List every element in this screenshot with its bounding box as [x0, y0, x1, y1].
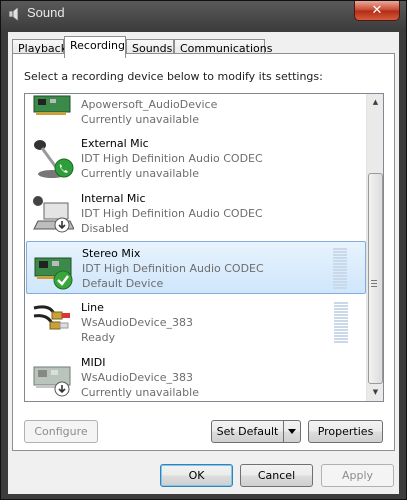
sound-window: Sound ✕ Playback Recording Sounds Commun… [0, 0, 407, 500]
device-row-external-mic[interactable]: External Mic IDT High Definition Audio C… [26, 132, 366, 185]
instruction-text: Select a recording device below to modif… [24, 70, 323, 83]
set-default-label: Set Default [216, 425, 279, 438]
level-meter [334, 302, 348, 344]
properties-button[interactable]: Properties [308, 420, 383, 443]
set-default-button[interactable]: Set Default [211, 420, 301, 443]
ok-button[interactable]: OK [160, 464, 233, 487]
speaker-icon [8, 6, 19, 22]
close-icon: ✕ [371, 3, 383, 18]
device-list[interactable]: Apowersoft_AudioDevice Currently unavail… [24, 93, 384, 402]
device-status: Currently unavailable [81, 386, 199, 399]
device-row-line[interactable]: Line WsAudioDevice_383 Ready [26, 296, 366, 349]
device-description: WsAudioDevice_383 [81, 371, 193, 384]
device-name: MIDI [81, 356, 106, 369]
scroll-up-arrow[interactable]: ▲ [367, 94, 383, 111]
close-button[interactable]: ✕ [354, 1, 400, 21]
vertical-scrollbar[interactable]: ▲ ▼ [366, 94, 383, 401]
device-row-midi[interactable]: MIDI WsAudioDevice_383 Currently unavail… [26, 351, 366, 401]
dialog-client: Playback Recording Sounds Communications… [8, 32, 399, 494]
level-meter [333, 248, 347, 290]
cancel-button[interactable]: Cancel [240, 464, 313, 487]
device-name: Internal Mic [81, 192, 146, 205]
device-status: Ready [81, 331, 116, 344]
set-default-dropdown-arrow[interactable] [283, 421, 300, 442]
phone-icon [54, 158, 74, 178]
tab-recording[interactable]: Recording [64, 36, 126, 58]
apply-button[interactable]: Apply [321, 464, 394, 487]
disabled-arrow-icon [54, 217, 70, 233]
device-name: Stereo Mix [82, 247, 141, 260]
scroll-grip-icon [371, 280, 377, 287]
device-description: WsAudioDevice_383 [81, 316, 193, 329]
configure-button[interactable]: Configure [24, 420, 98, 443]
title-bar[interactable]: Sound ✕ [1, 1, 406, 27]
window-title: Sound [27, 5, 65, 20]
device-row-stereo-mix[interactable]: Stereo Mix IDT High Definition Audio COD… [26, 241, 366, 294]
scroll-down-arrow[interactable]: ▼ [367, 384, 383, 401]
scroll-thumb[interactable] [368, 173, 383, 384]
device-description: IDT High Definition Audio CODEC [81, 207, 263, 220]
device-row-apowersoft[interactable]: Apowersoft_AudioDevice Currently unavail… [26, 94, 366, 131]
device-row-internal-mic[interactable]: Internal Mic IDT High Definition Audio C… [26, 187, 366, 240]
rca-cable-icon [33, 305, 70, 330]
device-status: Currently unavailable [81, 113, 199, 126]
device-status: Default Device [82, 277, 164, 290]
check-icon [53, 270, 73, 290]
device-status: Disabled [81, 222, 129, 235]
device-name: Line [81, 301, 104, 314]
device-description: IDT High Definition Audio CODEC [82, 262, 264, 275]
device-description: Apowersoft_AudioDevice [81, 98, 218, 111]
device-name: External Mic [81, 137, 149, 150]
sound-card-icon [33, 95, 71, 115]
disabled-arrow-icon [54, 381, 70, 397]
device-description: IDT High Definition Audio CODEC [81, 152, 263, 165]
recording-panel: Select a recording device below to modif… [12, 53, 395, 451]
device-status: Currently unavailable [81, 167, 199, 180]
